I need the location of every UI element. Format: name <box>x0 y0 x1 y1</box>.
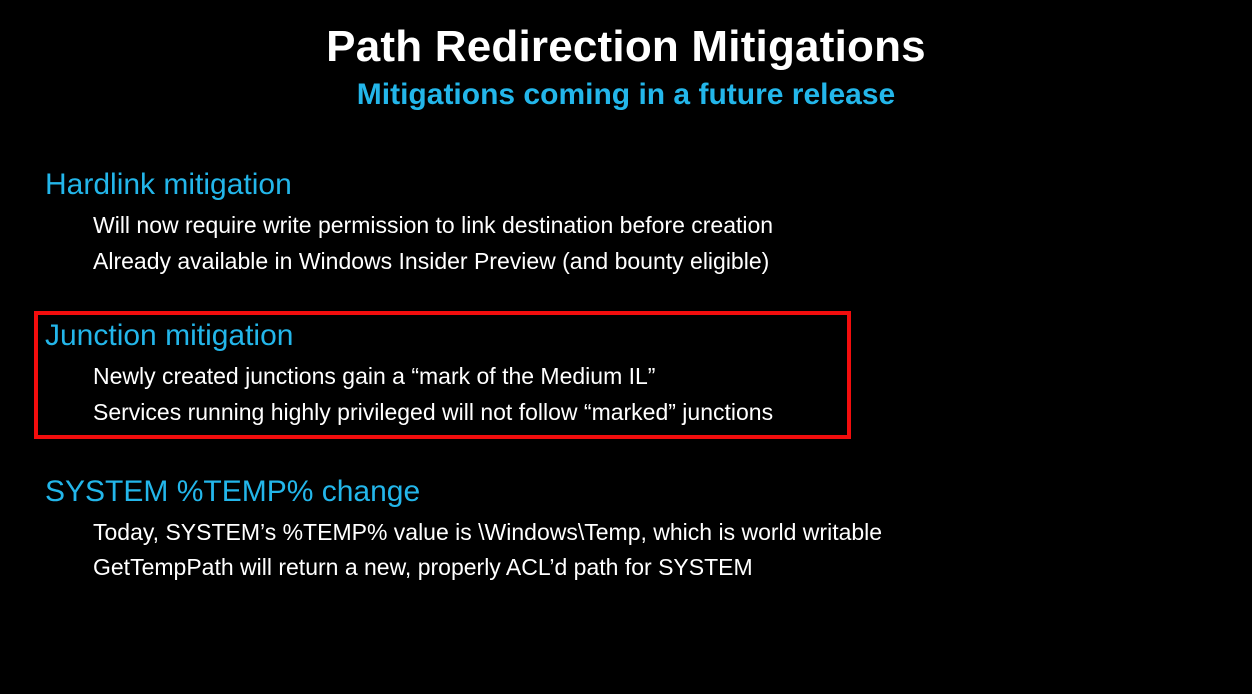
section-heading: Junction mitigation <box>45 319 1205 353</box>
bullet-item: Services running highly privileged will … <box>93 395 1205 431</box>
section-heading: SYSTEM %TEMP% change <box>45 475 1205 509</box>
bullet-list: Newly created junctions gain a “mark of … <box>45 359 1205 430</box>
section-junction: Junction mitigation Newly created juncti… <box>45 319 1205 430</box>
bullet-list: Today, SYSTEM’s %TEMP% value is \Windows… <box>45 515 1205 586</box>
section-hardlink: Hardlink mitigation Will now require wri… <box>45 168 1205 279</box>
bullet-item: GetTempPath will return a new, properly … <box>93 550 1205 586</box>
bullet-item: Will now require write permission to lin… <box>93 208 1205 244</box>
bullet-item: Already available in Windows Insider Pre… <box>93 244 1205 280</box>
bullet-item: Today, SYSTEM’s %TEMP% value is \Windows… <box>93 515 1205 551</box>
section-temp: SYSTEM %TEMP% change Today, SYSTEM’s %TE… <box>45 475 1205 586</box>
slide: Path Redirection Mitigations Mitigations… <box>0 0 1252 694</box>
section-heading: Hardlink mitigation <box>45 168 1205 202</box>
slide-title: Path Redirection Mitigations <box>0 0 1252 72</box>
bullet-item: Newly created junctions gain a “mark of … <box>93 359 1205 395</box>
slide-content: Hardlink mitigation Will now require wri… <box>45 168 1205 614</box>
bullet-list: Will now require write permission to lin… <box>45 208 1205 279</box>
slide-subtitle: Mitigations coming in a future release <box>0 78 1252 112</box>
